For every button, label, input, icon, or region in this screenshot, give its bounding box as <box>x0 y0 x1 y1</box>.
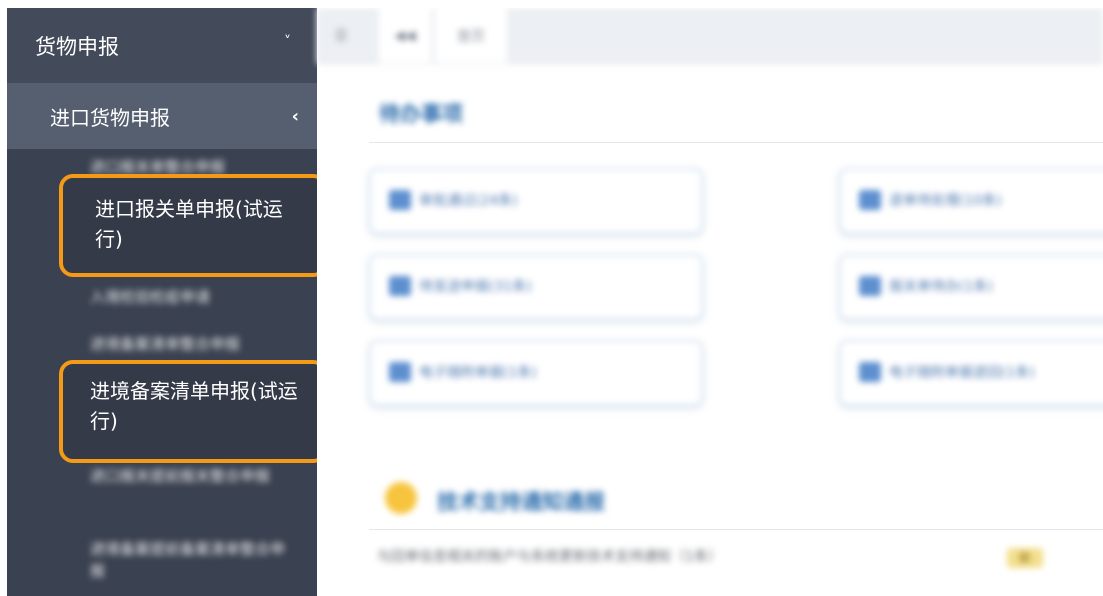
calendar-icon <box>389 276 411 296</box>
section-title-notice: 技术支持通知通报 <box>437 490 605 514</box>
todo-card[interactable]: 退单待处理(10条) <box>839 168 1103 234</box>
sidebar-item-import-declaration-trial[interactable]: 进口报关单申报(试运行) <box>95 194 305 254</box>
main-content: ☰ ◀◀ 首页 待办事项 审批通过(24条) 退单待处理(10条) 待发送申报(… <box>317 8 1103 596</box>
divider <box>369 142 1103 143</box>
sidebar: 货物申报 ˅ 进口货物申报 ‹ 进口报关单整合申报 进口报关单申报(试运行) 入… <box>7 8 327 596</box>
todo-card-label: 审批通过(24条) <box>419 193 518 209</box>
todo-card[interactable]: 电子随附单据退回(1条) <box>839 340 1103 406</box>
sidebar-item-entry-advance-integrated[interactable]: 进境备案提前备案清单整合申报 <box>90 538 290 582</box>
todo-card-label: 电子随附单据退回(1条) <box>889 365 1035 381</box>
todo-card[interactable]: 报关单待办(1条) <box>839 254 1103 320</box>
todo-card-label: 报关单待办(1条) <box>889 279 993 295</box>
document-icon <box>389 190 411 210</box>
new-badge: 新 <box>1007 548 1043 568</box>
sidebar-item-import-advance-integrated[interactable]: 进口报关提前报关整合申报 <box>90 465 290 487</box>
tab-bar: ☰ ◀◀ 首页 <box>317 8 1103 64</box>
attachment-icon <box>389 362 411 382</box>
notice-list-item[interactable]: 与回单信息相关的账户与系统更新技术支持通知（1条） <box>377 546 722 566</box>
todo-card[interactable]: 审批通过(24条) <box>369 168 703 234</box>
sidebar-submenu-import-declaration[interactable]: 进口货物申报 ‹ <box>7 83 317 149</box>
chevron-down-icon: ˅ <box>284 34 291 50</box>
todo-card-label: 退单待处理(10条) <box>889 193 1002 209</box>
grid-icon <box>859 276 881 296</box>
sidebar-item-entry-record-trial[interactable]: 进境备案清单申报(试运行) <box>90 376 305 436</box>
folder-icon <box>859 190 881 210</box>
section-title-todo: 待办事项 <box>379 102 463 126</box>
tab-scroll-left-icon[interactable]: ◀◀ <box>379 8 431 63</box>
app-window: 货物申报 ˅ 进口货物申报 ‹ 进口报关单整合申报 进口报关单申报(试运行) 入… <box>7 8 1103 596</box>
tab-home[interactable]: 首页 <box>435 8 507 63</box>
sidebar-submenu-label: 进口货物申报 <box>50 105 170 130</box>
chevron-left-icon: ‹ <box>291 105 299 127</box>
attachment-icon <box>859 362 881 382</box>
sidebar-item-entry-inspection[interactable]: 入境检验检疫申请 <box>90 286 300 308</box>
notice-icon <box>385 482 417 514</box>
todo-card-label: 待发送申报(31条) <box>419 279 532 295</box>
todo-card-label: 电子随附单据(1条) <box>419 365 537 381</box>
menu-toggle-icon[interactable]: ☰ <box>317 8 365 63</box>
divider <box>369 529 1103 530</box>
todo-card[interactable]: 电子随附单据(1条) <box>369 340 703 406</box>
todo-card[interactable]: 待发送申报(31条) <box>369 254 703 320</box>
sidebar-item-entry-record-integrated[interactable]: 进境备案清单整合申报 <box>90 333 300 355</box>
sidebar-menu-label: 货物申报 <box>35 34 119 59</box>
sidebar-menu-goods-declaration[interactable]: 货物申报 ˅ <box>7 8 317 83</box>
